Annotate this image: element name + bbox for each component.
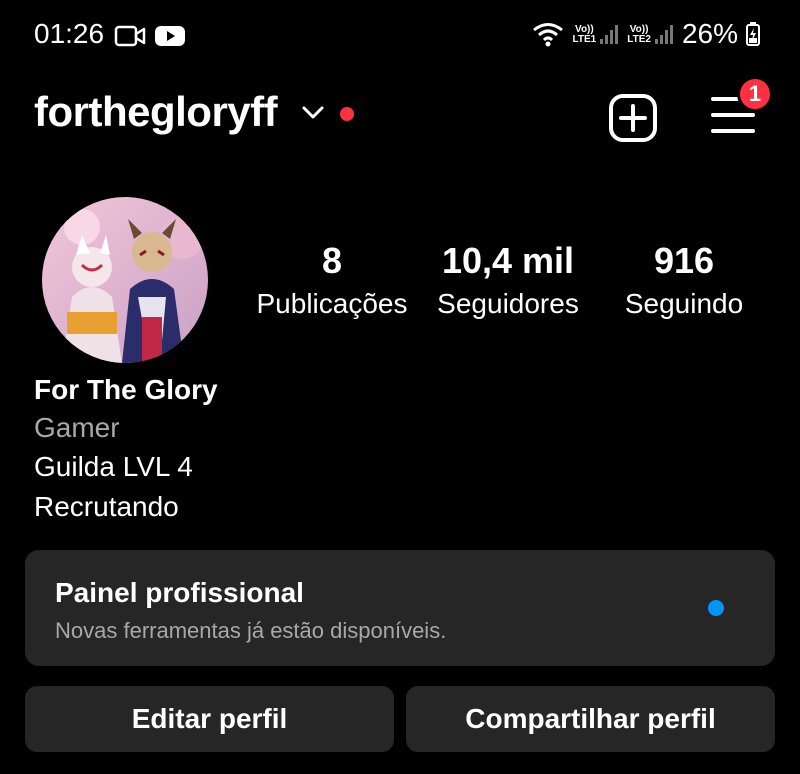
stat-followers-value: 10,4 mil — [441, 240, 575, 281]
new-post-icon[interactable] — [608, 93, 658, 143]
bio-line: Guilda LVL 4 — [34, 451, 193, 482]
dashboard-subtitle: Novas ferramentas já estão disponíveis. — [55, 618, 447, 643]
menu-notification-badge: 1 — [737, 76, 773, 112]
stat-posts-label: Publicações — [256, 288, 408, 319]
avatar-illustration — [42, 197, 208, 363]
profile-avatar[interactable] — [42, 197, 208, 363]
signal-icon — [600, 25, 619, 44]
stat-following-value: 916 — [653, 240, 715, 281]
stat-following[interactable]: 916 Seguindo — [604, 240, 764, 320]
video-call-icon — [114, 25, 146, 47]
sim1-indicator: Vo)) LTE1 — [573, 23, 620, 45]
chevron-down-icon[interactable] — [300, 104, 326, 122]
share-profile-button[interactable]: Compartilhar perfil — [406, 686, 775, 752]
stat-posts[interactable]: 8 Publicações — [252, 240, 412, 320]
account-notification-dot — [340, 107, 354, 121]
battery-percentage: 26% — [681, 18, 738, 49]
signal-icon — [654, 25, 673, 44]
status-time: 01:26 — [34, 18, 105, 49]
username-switcher[interactable]: forthegloryff — [34, 88, 278, 136]
sim1-lte-label: LTE1 — [572, 34, 597, 45]
stat-followers[interactable]: 10,4 mil Seguidores — [428, 240, 588, 320]
profile-category: Gamer — [34, 412, 120, 443]
sim2-indicator: Vo)) LTE2 — [627, 23, 674, 45]
sim2-lte-label: LTE2 — [627, 34, 651, 45]
battery-charging-icon — [746, 22, 760, 46]
stat-following-label: Seguindo — [624, 288, 744, 319]
dashboard-title: Painel profissional — [55, 577, 304, 608]
stat-posts-value: 8 — [321, 240, 343, 281]
stat-followers-label: Seguidores — [437, 288, 579, 319]
edit-profile-button[interactable]: Editar perfil — [25, 686, 394, 752]
wifi-icon — [532, 23, 563, 47]
profile-name: For The Glory — [34, 374, 218, 405]
youtube-icon — [155, 26, 185, 46]
status-system-icons: Vo)) LTE1 Vo)) LTE2 26% — [531, 18, 760, 50]
dashboard-new-indicator — [708, 600, 724, 616]
status-notification-icons — [114, 24, 186, 48]
bio-line: Recrutando — [34, 491, 179, 522]
